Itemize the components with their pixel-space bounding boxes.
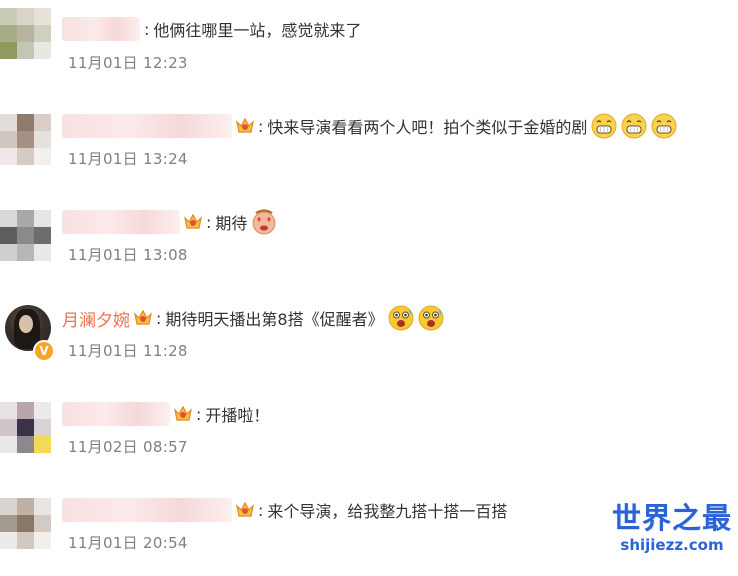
- avatar[interactable]: [0, 402, 52, 454]
- comment-time[interactable]: 11月02日 08:57: [68, 436, 188, 457]
- crown-badge-icon: [236, 117, 254, 133]
- colon: :: [258, 500, 264, 520]
- colon: :: [206, 212, 212, 232]
- comment-item: V 月澜夕婉 : 期待明天播出第8搭《促醒者》 11月01日 11:28: [0, 288, 738, 384]
- username-blurred[interactable]: [62, 17, 140, 41]
- colon: :: [156, 308, 162, 328]
- avatar[interactable]: [0, 210, 52, 262]
- grin-emoji-icon: [651, 113, 677, 139]
- avatar-face: [19, 315, 33, 333]
- comment-text: 期待: [215, 214, 248, 233]
- comment-item: : 期待 11月01日 13:08: [0, 192, 738, 288]
- comment-text: 来个导演，给我整九搭十搭一百搭: [267, 502, 508, 521]
- comment-text: 他俩往哪里一站，感觉就来了: [153, 21, 362, 40]
- grin-emoji-icon: [621, 113, 647, 139]
- colon: :: [196, 404, 202, 424]
- avatar[interactable]: [0, 8, 52, 60]
- comment-text: 开播啦！: [205, 406, 270, 425]
- crown-badge-icon: [174, 405, 192, 421]
- comment-line: : 来个导演，给我整九搭十搭一百搭: [62, 496, 507, 524]
- comment-line: : 快来导演看看两个人吧！拍个类似于金婚的剧: [62, 112, 677, 140]
- comment-line: : 他俩往哪里一站，感觉就来了: [62, 15, 361, 43]
- comment-item: : 开播啦！ 11月02日 08:57: [0, 384, 738, 480]
- verified-badge-icon: V: [33, 340, 55, 362]
- comment-text: 快来导演看看两个人吧！拍个类似于金婚的剧: [267, 118, 588, 137]
- comment-line: : 开播啦！: [62, 400, 269, 428]
- crown-badge-icon: [134, 309, 152, 325]
- excited-emoji-icon: [388, 305, 414, 331]
- username-link[interactable]: 月澜夕婉: [62, 306, 130, 331]
- username-blurred[interactable]: [62, 498, 232, 522]
- comment-time[interactable]: 11月01日 11:28: [68, 340, 188, 361]
- comment-line: 月澜夕婉 : 期待明天播出第8搭《促醒者》: [62, 304, 444, 332]
- watermark-title: 世界之最: [612, 501, 733, 535]
- excited-emoji-icon: [418, 305, 444, 331]
- username-blurred[interactable]: [62, 210, 180, 234]
- comment-time[interactable]: 11月01日 12:23: [68, 52, 188, 73]
- avatar[interactable]: [0, 114, 52, 166]
- username-blurred[interactable]: [62, 402, 170, 426]
- watermark-url: shijiezz.com: [620, 536, 724, 554]
- username-blurred[interactable]: [62, 114, 232, 138]
- heart-eyes-emoji-icon: [252, 209, 276, 235]
- comment-time[interactable]: 11月01日 20:54: [68, 532, 188, 553]
- grin-emoji-icon: [591, 113, 617, 139]
- avatar[interactable]: [0, 498, 52, 550]
- colon: :: [258, 116, 264, 136]
- comment-time[interactable]: 11月01日 13:24: [68, 148, 188, 169]
- comment-item: : 他俩往哪里一站，感觉就来了 11月01日 12:23: [0, 0, 738, 96]
- crown-badge-icon: [184, 213, 202, 229]
- watermark-logo: 世界之最 shijiezz.com: [612, 502, 734, 558]
- comment-item: : 快来导演看看两个人吧！拍个类似于金婚的剧 11月01日 13:24: [0, 96, 738, 192]
- colon: :: [144, 19, 150, 39]
- comment-time[interactable]: 11月01日 13:08: [68, 244, 188, 265]
- comment-text: 期待明天播出第8搭《促醒者》: [165, 310, 384, 329]
- crown-badge-icon: [236, 501, 254, 517]
- comment-line: : 期待: [62, 208, 277, 236]
